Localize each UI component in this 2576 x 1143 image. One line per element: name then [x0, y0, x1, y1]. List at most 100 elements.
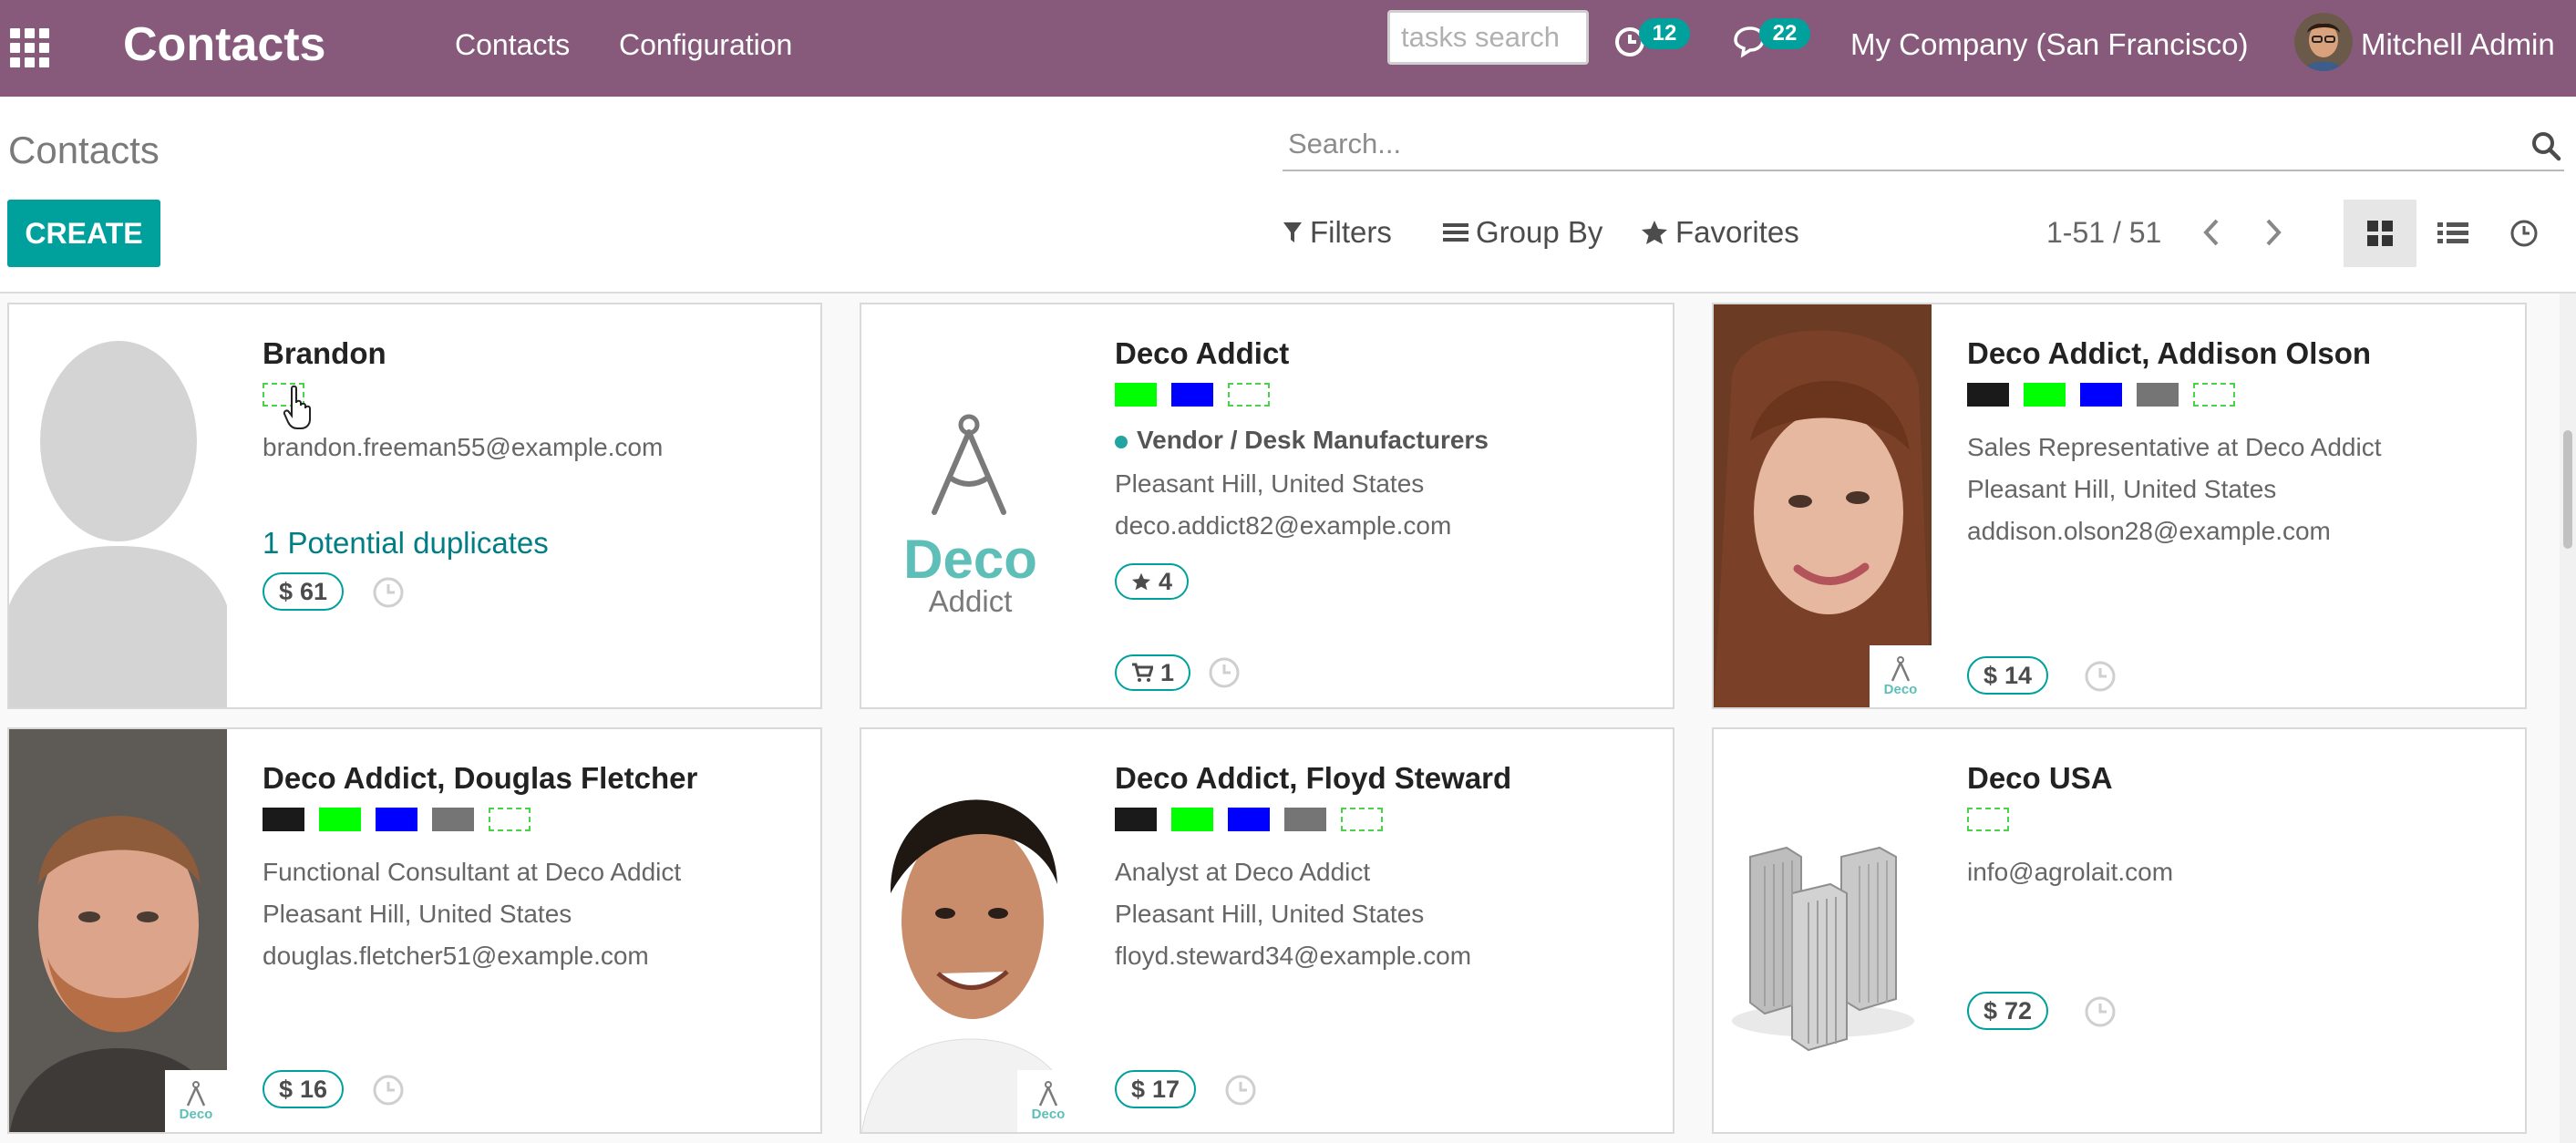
- tag-green: [1115, 383, 1157, 407]
- rating-badge[interactable]: 4: [1115, 563, 1190, 600]
- tag-white: [1228, 383, 1270, 407]
- rating-value: 4: [1159, 568, 1173, 595]
- contact-job: Functional Consultant at Deco Addict: [263, 858, 682, 886]
- top-navbar: Contacts Contacts Configuration 12 22 My…: [0, 0, 2576, 97]
- sales-amount-badge[interactable]: $ 17: [1115, 1070, 1197, 1108]
- menu-contacts[interactable]: Contacts: [455, 26, 570, 63]
- orders-count: 1: [1160, 659, 1175, 686]
- pager-value[interactable]: 1-51 / 51: [2046, 213, 2161, 252]
- tag-white: [489, 808, 531, 831]
- tag-list: [1115, 808, 1383, 831]
- contact-card[interactable]: Deco Deco Addict, Floyd Steward Analyst …: [860, 727, 1674, 1134]
- menu-configuration[interactable]: Configuration: [619, 26, 792, 63]
- sales-amount-badge[interactable]: $ 16: [263, 1070, 345, 1108]
- company-buildings-image: [1714, 729, 1932, 1132]
- app-brand[interactable]: Contacts: [123, 16, 325, 73]
- sales-amount-badge[interactable]: $ 72: [1967, 992, 2049, 1030]
- list-icon: [2437, 222, 2468, 243]
- contact-location: Pleasant Hill, United States: [1967, 475, 2277, 503]
- favorites-dropdown[interactable]: Favorites: [1641, 213, 1799, 252]
- company-mini-logo: Deco: [1870, 645, 1932, 707]
- activity-clock-icon[interactable]: [1208, 656, 1241, 689]
- tag-blue: [2080, 383, 2122, 407]
- search-icon[interactable]: [2530, 129, 2562, 162]
- contact-category: Vendor / Desk Manufacturers: [1115, 425, 1489, 456]
- logo-text-deco: Deco: [903, 529, 1037, 590]
- company-switcher[interactable]: My Company (San Francisco): [1850, 26, 2248, 63]
- potential-duplicates-link[interactable]: 1 Potential duplicates: [263, 525, 549, 561]
- user-name[interactable]: Mitchell Admin: [2361, 26, 2555, 63]
- star-icon: [1642, 221, 1667, 244]
- list-view-button[interactable]: [2416, 200, 2489, 267]
- activity-clock-icon[interactable]: [2084, 995, 2117, 1028]
- tag-blue: [376, 808, 417, 831]
- company-mini-logo: Deco: [165, 1070, 227, 1132]
- group-by-dropdown[interactable]: Group By: [1443, 213, 1602, 252]
- contact-name: Deco Addict: [1115, 336, 1290, 370]
- activity-clock-icon: [2510, 220, 2538, 247]
- activity-clock-icon[interactable]: [2084, 660, 2117, 693]
- messages-count-badge: 22: [1759, 18, 1810, 49]
- contact-card[interactable]: Deco USA info@agrolait.com $ 72: [1712, 727, 2527, 1134]
- apps-menu-icon[interactable]: [7, 26, 49, 67]
- contact-email: douglas.fletcher51@example.com: [263, 942, 649, 970]
- tag-list: [263, 808, 531, 831]
- activity-clock-icon[interactable]: [372, 576, 405, 609]
- tag-green: [1171, 808, 1213, 831]
- kanban-scrollbar[interactable]: [2560, 293, 2576, 1143]
- tag-blue: [1171, 383, 1213, 407]
- mini-logo-text: Deco: [179, 1107, 213, 1122]
- dollar-icon: $: [279, 578, 294, 605]
- contact-location: Pleasant Hill, United States: [1115, 469, 1425, 498]
- contact-job: Sales Representative at Deco Addict: [1967, 433, 2382, 461]
- create-button[interactable]: CREATE: [7, 200, 160, 267]
- tag-black: [1115, 808, 1157, 831]
- activity-clock-icon[interactable]: [1224, 1074, 1257, 1107]
- activity-count-badge: 12: [1639, 18, 1690, 49]
- sales-amount: 72: [2004, 997, 2033, 1025]
- pager-previous-icon[interactable]: [2193, 211, 2230, 253]
- dollar-icon: $: [1984, 997, 1998, 1025]
- tag-white: [2193, 383, 2235, 407]
- tag-grey: [432, 808, 474, 831]
- group-by-bars-icon: [1443, 223, 1468, 242]
- contact-email: info@agrolait.com: [1967, 858, 2174, 886]
- scrollbar-thumb[interactable]: [2563, 430, 2572, 549]
- search-bar: [1283, 120, 2564, 171]
- user-avatar[interactable]: [2294, 13, 2353, 71]
- contact-location: Pleasant Hill, United States: [263, 900, 572, 928]
- activity-view-button[interactable]: [2488, 200, 2561, 267]
- group-by-label: Group By: [1476, 215, 1603, 249]
- tag-grey: [2137, 383, 2179, 407]
- sales-amount-badge[interactable]: $ 61: [263, 572, 345, 611]
- mini-logo-text: Deco: [1883, 682, 1918, 697]
- tag-green: [2024, 383, 2066, 407]
- pager-next-icon[interactable]: [2255, 211, 2292, 253]
- tag-list: [1115, 383, 1270, 407]
- contact-email: addison.olson28@example.com: [1967, 517, 2331, 545]
- filters-label: Filters: [1310, 215, 1392, 249]
- contact-location: Pleasant Hill, United States: [1115, 900, 1425, 928]
- tag-green: [319, 808, 361, 831]
- orders-badge[interactable]: 1: [1115, 654, 1191, 691]
- sales-amount: 16: [300, 1076, 328, 1103]
- contact-name: Deco USA: [1967, 761, 2113, 795]
- tasks-search-input[interactable]: [1387, 10, 1589, 65]
- search-input[interactable]: [1283, 120, 2504, 168]
- category-dot-icon: [1115, 435, 1128, 448]
- tag-grey: [1284, 808, 1326, 831]
- activity-clock-icon[interactable]: [372, 1074, 405, 1107]
- mini-logo-text: Deco: [1031, 1107, 1066, 1122]
- kanban-view-button[interactable]: [2344, 200, 2416, 267]
- filters-dropdown[interactable]: Filters: [1283, 213, 1392, 252]
- contact-card[interactable]: Deco Deco Addict, Douglas Fletcher Funct…: [7, 727, 822, 1134]
- contact-email: brandon.freeman55@example.com: [263, 433, 664, 461]
- placeholder-person-image: [9, 304, 227, 707]
- contact-card[interactable]: Deco Addict Deco Addict Vendor / Desk Ma…: [860, 303, 1674, 709]
- sales-amount-badge[interactable]: $ 14: [1967, 656, 2049, 695]
- favorites-label: Favorites: [1675, 215, 1799, 249]
- contact-card[interactable]: Brandon brandon.freeman55@example.com 1 …: [7, 303, 822, 709]
- contact-name: Deco Addict, Floyd Steward: [1115, 761, 1512, 795]
- filter-funnel-icon: [1283, 222, 1302, 242]
- contact-card[interactable]: Deco Deco Addict, Addison Olson Sales Re…: [1712, 303, 2527, 709]
